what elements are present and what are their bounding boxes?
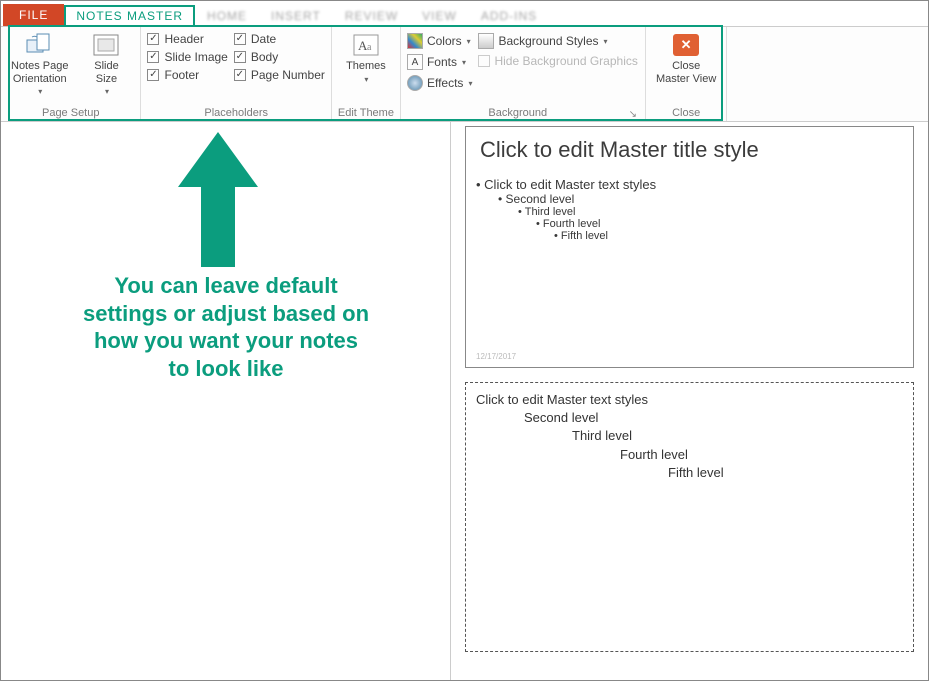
- notes-level-4: Fourth level: [620, 446, 903, 464]
- check-icon: [478, 55, 490, 67]
- annotation-text: You can leave default settings or adjust…: [81, 272, 371, 382]
- group-label-placeholders: Placeholders: [204, 106, 268, 120]
- hide-background-label: Hide Background Graphics: [494, 54, 637, 68]
- chevron-down-icon: ▾: [364, 75, 368, 84]
- checkbox-slide-image[interactable]: Slide Image: [147, 50, 227, 64]
- bullet-level-4: Fourth level: [536, 218, 903, 230]
- effects-icon: [407, 75, 423, 91]
- tab-addins[interactable]: ADD-INS: [469, 5, 549, 26]
- tab-file[interactable]: FILE: [3, 4, 64, 26]
- themes-label: Themes: [346, 60, 386, 73]
- checkbox-footer-label: Footer: [164, 68, 199, 82]
- check-icon: [234, 51, 246, 63]
- checkbox-date-label: Date: [251, 32, 276, 46]
- effects-label: Effects: [427, 76, 463, 90]
- chevron-down-icon: ▾: [462, 58, 466, 67]
- slide-text-placeholder[interactable]: Click to edit Master text styles Second …: [476, 177, 903, 242]
- notes-page-orientation-label: Notes PageOrientation: [11, 60, 68, 85]
- group-label-page-setup: Page Setup: [42, 106, 100, 120]
- workspace: You can leave default settings or adjust…: [1, 122, 928, 680]
- group-label-edit-theme: Edit Theme: [338, 106, 394, 120]
- tab-notes-master[interactable]: NOTES MASTER: [64, 5, 195, 27]
- colors-button[interactable]: Colors ▾: [407, 32, 472, 50]
- checkbox-header-label: Header: [164, 32, 203, 46]
- group-background: Colors ▾ A Fonts ▾ Effects ▾ Background Sty…: [401, 27, 646, 121]
- background-styles-label: Background Styles: [498, 34, 598, 48]
- slide-size-label: SlideSize: [94, 60, 118, 85]
- slide-date-placeholder: 12/17/2017: [476, 352, 516, 361]
- orientation-icon: [25, 32, 55, 58]
- fonts-label: Fonts: [427, 55, 457, 69]
- chevron-down-icon: ▾: [38, 87, 42, 96]
- bullet-level-1: Click to edit Master text styles: [476, 177, 903, 192]
- themes-button[interactable]: Aa Themes ▾: [338, 30, 394, 86]
- checkbox-page-number[interactable]: Page Number: [234, 68, 325, 82]
- close-master-view-button[interactable]: ✕ CloseMaster View: [652, 30, 720, 87]
- fonts-icon: A: [407, 54, 423, 70]
- tab-view[interactable]: VIEW: [410, 5, 469, 26]
- background-styles-button[interactable]: Background Styles ▾: [478, 32, 637, 50]
- notes-level-1: Click to edit Master text styles: [476, 391, 903, 409]
- background-styles-icon: [478, 33, 494, 49]
- checkbox-footer[interactable]: Footer: [147, 68, 227, 82]
- svg-text:a: a: [367, 42, 372, 53]
- tabs-row: FILE NOTES MASTER HOME INSERT REVIEW VIE…: [1, 1, 928, 27]
- dialog-launcher-background[interactable]: ↘: [629, 109, 639, 120]
- colors-icon: [407, 33, 423, 49]
- close-icon: ✕: [673, 34, 699, 56]
- slide-preview[interactable]: Click to edit Master title style Click t…: [465, 126, 914, 368]
- notes-page-orientation-button[interactable]: Notes PageOrientation ▾: [7, 30, 72, 98]
- group-edit-theme: Aa Themes ▾ Edit Theme: [332, 27, 401, 121]
- annotation-arrow-icon: [173, 132, 263, 272]
- notes-level-2: Second level: [524, 409, 903, 427]
- group-label-background: Background: [407, 106, 629, 120]
- chevron-down-icon: ▾: [105, 87, 109, 96]
- group-label-close: Close: [672, 106, 700, 120]
- check-icon: [234, 69, 246, 81]
- checkbox-header[interactable]: Header: [147, 32, 227, 46]
- check-icon: [147, 69, 159, 81]
- slide-size-icon: [91, 32, 121, 58]
- colors-label: Colors: [427, 34, 462, 48]
- slide-title-placeholder[interactable]: Click to edit Master title style: [480, 137, 903, 163]
- bullet-level-2: Second level: [498, 192, 903, 206]
- checkbox-body[interactable]: Body: [234, 50, 325, 64]
- notes-level-3: Third level: [572, 427, 903, 445]
- notes-text-placeholder[interactable]: Click to edit Master text styles Second …: [465, 382, 914, 652]
- tab-review[interactable]: REVIEW: [333, 5, 410, 26]
- group-close: ✕ CloseMaster View Close: [646, 27, 727, 121]
- bullet-level-5: Fifth level: [554, 230, 903, 242]
- chevron-down-icon: ▾: [468, 79, 472, 88]
- check-icon: [147, 51, 159, 63]
- right-pane: Click to edit Master title style Click t…: [451, 122, 928, 680]
- hide-background-checkbox[interactable]: Hide Background Graphics: [478, 53, 637, 69]
- checkbox-date[interactable]: Date: [234, 32, 325, 46]
- close-master-view-label: CloseMaster View: [656, 60, 716, 85]
- tab-home[interactable]: HOME: [195, 5, 259, 26]
- group-placeholders: Header Slide Image Footer Date Body Page…: [141, 27, 331, 121]
- effects-button[interactable]: Effects ▾: [407, 74, 472, 92]
- tab-insert[interactable]: INSERT: [259, 5, 333, 26]
- slide-size-button[interactable]: SlideSize ▾: [78, 30, 134, 98]
- checkbox-page-number-label: Page Number: [251, 68, 325, 82]
- check-icon: [147, 33, 159, 45]
- left-pane: You can leave default settings or adjust…: [1, 122, 451, 680]
- check-icon: [234, 33, 246, 45]
- bullet-level-3: Third level: [518, 206, 903, 218]
- ribbon: Notes PageOrientation ▾ SlideSize ▾ Page…: [1, 27, 928, 122]
- fonts-button[interactable]: A Fonts ▾: [407, 53, 472, 71]
- themes-icon: Aa: [351, 32, 381, 58]
- chevron-down-icon: ▾: [467, 37, 471, 46]
- notes-level-5: Fifth level: [668, 464, 903, 482]
- checkbox-body-label: Body: [251, 50, 278, 64]
- checkbox-slide-image-label: Slide Image: [164, 50, 227, 64]
- group-page-setup: Notes PageOrientation ▾ SlideSize ▾ Page…: [1, 27, 141, 121]
- chevron-down-icon: ▾: [604, 37, 608, 46]
